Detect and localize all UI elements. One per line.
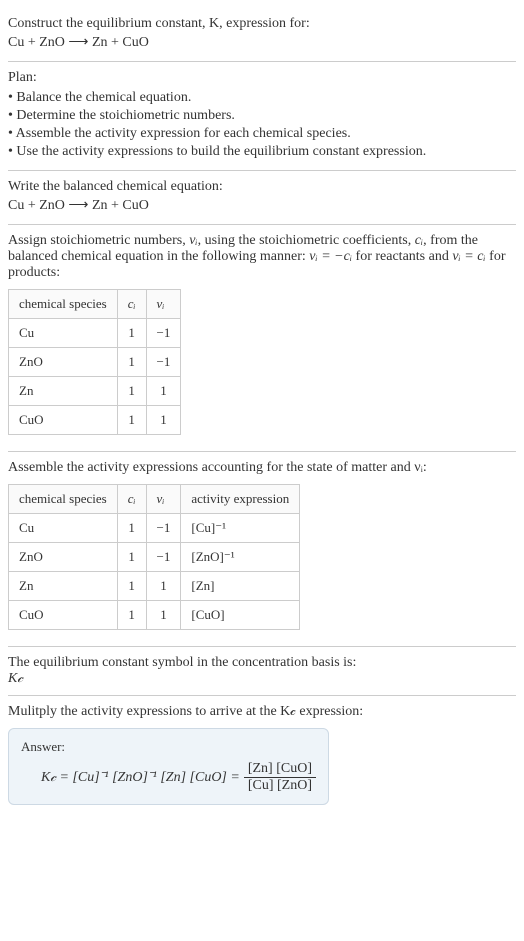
cell-nui: −1 [146,514,181,543]
kc-expression: K𝒸 = [Cu]⁻¹ [ZnO]⁻¹ [Zn] [CuO] = [Zn] [C… [41,761,316,794]
rule-products: νᵢ = cᵢ [452,249,485,264]
stoich-mid1: , using the stoichiometric coefficients, [198,233,415,248]
rule-reactants: νᵢ = −cᵢ [309,249,352,264]
answer-label: Answer: [21,739,316,755]
table-row: Zn 1 1 [Zn] [9,572,300,601]
kc-lhs: K𝒸 = [Cu]⁻¹ [ZnO]⁻¹ [Zn] [CuO] = [41,770,240,786]
cell-nui: 1 [146,601,181,630]
balanced-equation: Cu + ZnO ⟶ Zn + CuO [8,197,516,214]
cell-ci: 1 [117,572,146,601]
symbol-heading: The equilibrium constant symbol in the c… [8,655,516,671]
stoich-pre: Assign stoichiometric numbers, [8,233,189,248]
plan-item: • Determine the stoichiometric numbers. [8,108,516,124]
cell-activity: [CuO] [181,601,300,630]
table-header-row: chemical species cᵢ νᵢ [9,290,181,319]
table-row: CuO 1 1 [9,406,181,435]
cell-ci: 1 [117,406,146,435]
activity-heading: Assemble the activity expressions accoun… [8,460,516,476]
cell-ci: 1 [117,601,146,630]
cell-species: Zn [9,377,118,406]
cell-nui: −1 [146,319,181,348]
activity-section: Assemble the activity expressions accoun… [8,452,516,647]
balanced-section: Write the balanced chemical equation: Cu… [8,171,516,225]
stoich-text: Assign stoichiometric numbers, νᵢ, using… [8,233,516,281]
multiply-section: Mulitply the activity expressions to arr… [8,696,516,813]
col-activity: activity expression [181,485,300,514]
cell-nui: 1 [146,377,181,406]
stoich-mid3: for reactants and [352,249,452,264]
table-header-row: chemical species cᵢ νᵢ activity expressi… [9,485,300,514]
cell-species: ZnO [9,543,118,572]
col-species: chemical species [9,485,118,514]
plan-item: • Use the activity expressions to build … [8,144,516,160]
plan-section: Plan: • Balance the chemical equation. •… [8,62,516,171]
table-row: Cu 1 −1 [9,319,181,348]
stoich-table: chemical species cᵢ νᵢ Cu 1 −1 ZnO 1 −1 … [8,289,181,435]
col-ci: cᵢ [117,485,146,514]
cell-species: CuO [9,406,118,435]
cell-activity: [Cu]⁻¹ [181,514,300,543]
c-i: cᵢ [415,233,423,248]
symbol-section: The equilibrium constant symbol in the c… [8,647,516,696]
stoich-section: Assign stoichiometric numbers, νᵢ, using… [8,225,516,452]
answer-box: Answer: K𝒸 = [Cu]⁻¹ [ZnO]⁻¹ [Zn] [CuO] =… [8,728,329,805]
table-row: ZnO 1 −1 [9,348,181,377]
intro-line: Construct the equilibrium constant, K, e… [8,16,516,32]
cell-ci: 1 [117,543,146,572]
cell-ci: 1 [117,514,146,543]
cell-ci: 1 [117,348,146,377]
cell-species: Cu [9,514,118,543]
nu-i: νᵢ [189,233,197,248]
intro-equation: Cu + ZnO ⟶ Zn + CuO [8,34,516,51]
frac-denominator: [Cu] [ZnO] [244,778,316,794]
frac-numerator: [Zn] [CuO] [244,761,316,778]
cell-activity: [Zn] [181,572,300,601]
symbol-value: K𝒸 [8,671,516,687]
cell-species: Cu [9,319,118,348]
table-row: Zn 1 1 [9,377,181,406]
col-nui: νᵢ [146,485,181,514]
cell-species: Zn [9,572,118,601]
cell-nui: −1 [146,348,181,377]
intro-text: Construct the equilibrium constant, K, e… [8,16,310,31]
cell-activity: [ZnO]⁻¹ [181,543,300,572]
intro-section: Construct the equilibrium constant, K, e… [8,8,516,62]
col-nui: νᵢ [146,290,181,319]
plan-item: • Balance the chemical equation. [8,90,516,106]
kc-fraction: [Zn] [CuO] [Cu] [ZnO] [244,761,316,794]
col-species: chemical species [9,290,118,319]
cell-species: CuO [9,601,118,630]
cell-nui: −1 [146,543,181,572]
table-row: CuO 1 1 [CuO] [9,601,300,630]
plan-list: • Balance the chemical equation. • Deter… [8,90,516,160]
plan-item: • Assemble the activity expression for e… [8,126,516,142]
balanced-heading: Write the balanced chemical equation: [8,179,516,195]
table-row: Cu 1 −1 [Cu]⁻¹ [9,514,300,543]
cell-nui: 1 [146,572,181,601]
cell-ci: 1 [117,377,146,406]
cell-species: ZnO [9,348,118,377]
table-row: ZnO 1 −1 [ZnO]⁻¹ [9,543,300,572]
plan-heading: Plan: [8,70,516,86]
cell-ci: 1 [117,319,146,348]
cell-nui: 1 [146,406,181,435]
col-ci: cᵢ [117,290,146,319]
activity-table: chemical species cᵢ νᵢ activity expressi… [8,484,300,630]
multiply-heading: Mulitply the activity expressions to arr… [8,704,516,720]
